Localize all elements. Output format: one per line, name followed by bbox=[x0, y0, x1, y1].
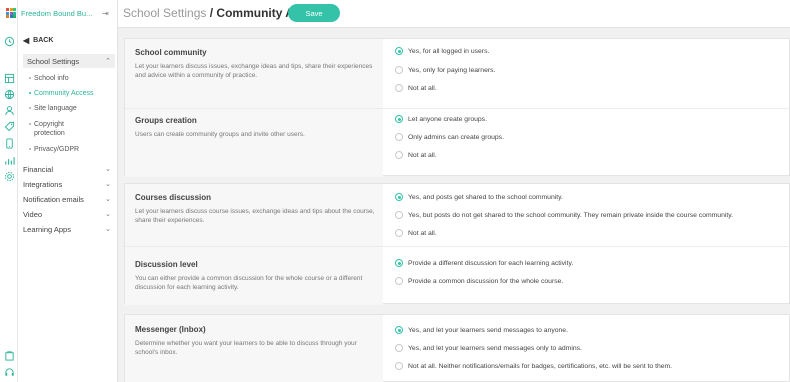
setting-title: Messenger (Inbox) bbox=[135, 325, 206, 334]
user-icon[interactable] bbox=[3, 104, 15, 116]
setting-description: You can either provide a common discussi… bbox=[135, 275, 363, 291]
setting-title: School community bbox=[135, 48, 207, 57]
tag-icon[interactable] bbox=[3, 120, 15, 132]
save-button[interactable]: Save bbox=[288, 4, 340, 22]
option-not-at-all[interactable]: Not at all. bbox=[395, 151, 437, 159]
sidebar-item-copyright-protection[interactable]: Copyright protection bbox=[29, 120, 65, 138]
setting-description: Users can create community groups and in… bbox=[135, 131, 305, 138]
settings-gear-icon[interactable] bbox=[3, 170, 15, 182]
option-yes-all-users[interactable]: Yes, for all logged in users. bbox=[395, 47, 489, 55]
exit-icon[interactable]: ⇥ bbox=[102, 9, 109, 18]
radio-selected[interactable] bbox=[395, 47, 403, 55]
radio[interactable] bbox=[395, 211, 403, 219]
radio[interactable] bbox=[395, 277, 403, 285]
back-arrow-icon: ◀ bbox=[23, 36, 30, 45]
course-discussion-card: Courses discussion Let your learners dis… bbox=[124, 183, 790, 305]
breadcrumb: School Settings / Community A... bbox=[123, 6, 304, 20]
setting-title: Discussion level bbox=[135, 260, 198, 269]
option-not-at-all[interactable]: Not at all. Neither notifications/emails… bbox=[395, 362, 672, 370]
breadcrumb-separator: / bbox=[206, 6, 217, 20]
chevron-up-icon: ⌃ bbox=[105, 58, 111, 65]
option-anyone-create-groups[interactable]: Let anyone create groups. bbox=[395, 115, 487, 123]
option-yes-private[interactable]: Yes, but posts do not get shared to the … bbox=[395, 211, 733, 219]
option-yes-shared[interactable]: Yes, and posts get shared to the school … bbox=[395, 193, 563, 201]
setting-groups-creation: Groups creation Users can create communi… bbox=[125, 109, 790, 177]
analytics-icon[interactable] bbox=[3, 154, 15, 166]
support-icon[interactable] bbox=[3, 366, 15, 378]
radio-selected[interactable] bbox=[395, 326, 403, 334]
option-not-at-all[interactable]: Not at all. bbox=[395, 84, 437, 92]
setting-description: Let your learners discuss course issues,… bbox=[135, 208, 375, 224]
setting-title: Courses discussion bbox=[135, 193, 212, 202]
option-yes-paying-learners[interactable]: Yes, only for paying learners. bbox=[395, 66, 495, 74]
brand-logo-icon bbox=[6, 8, 16, 18]
breadcrumb-parent[interactable]: School Settings bbox=[123, 6, 206, 20]
radio[interactable] bbox=[395, 133, 403, 141]
option-different-discussion[interactable]: Provide a different discussion for each … bbox=[395, 259, 573, 267]
radio[interactable] bbox=[395, 66, 403, 74]
radio[interactable] bbox=[395, 229, 403, 237]
radio-selected[interactable] bbox=[395, 193, 403, 201]
radio[interactable] bbox=[395, 84, 403, 92]
setting-description: Determine whether you want your learners… bbox=[135, 340, 357, 356]
option-message-admins[interactable]: Yes, and let your learners send messages… bbox=[395, 344, 582, 352]
sidebar-item-integrations[interactable]: Integrations ⌄ bbox=[23, 180, 115, 189]
sidebar-item-community-access[interactable]: Community Access bbox=[29, 89, 94, 98]
back-label: BACK bbox=[33, 37, 54, 44]
sidebar-item-video[interactable]: Video ⌄ bbox=[23, 210, 115, 219]
top-bar: School Settings / Community A... Save bbox=[118, 0, 790, 28]
setting-description: Let your learners discuss issues, exchan… bbox=[135, 63, 373, 79]
radio-selected[interactable] bbox=[395, 259, 403, 267]
section-label: School Settings bbox=[27, 56, 80, 66]
school-name: Freedom Bound Bu... bbox=[21, 8, 93, 18]
dashboard-icon[interactable] bbox=[3, 72, 15, 84]
chevron-down-icon: ⌄ bbox=[105, 226, 111, 233]
chevron-down-icon: ⌄ bbox=[105, 196, 111, 203]
radio-selected[interactable] bbox=[395, 115, 403, 123]
messenger-card: Messenger (Inbox) Determine whether you … bbox=[124, 314, 790, 382]
setting-discussion-level: Discussion level You can either provide … bbox=[125, 247, 790, 305]
setting-title: Groups creation bbox=[135, 116, 197, 125]
chevron-down-icon: ⌄ bbox=[105, 166, 111, 173]
history-icon[interactable] bbox=[3, 35, 15, 47]
sidebar-item-notification-emails[interactable]: Notification emails ⌄ bbox=[23, 195, 115, 204]
sidebar-item-learning-apps[interactable]: Learning Apps ⌄ bbox=[23, 225, 115, 234]
radio[interactable] bbox=[395, 362, 403, 370]
sidebar-item-site-language[interactable]: Site language bbox=[29, 104, 77, 113]
sidebar-item-financial[interactable]: Financial ⌄ bbox=[23, 165, 115, 174]
chevron-down-icon: ⌄ bbox=[105, 181, 111, 188]
chevron-down-icon: ⌄ bbox=[105, 211, 111, 218]
settings-sidebar: Freedom Bound Bu... ⇥ ◀ BACK School Sett… bbox=[6, 0, 118, 382]
sidebar-item-school-info[interactable]: School info bbox=[29, 74, 69, 83]
back-button[interactable]: ◀ BACK bbox=[23, 36, 53, 45]
icon-rail bbox=[0, 0, 18, 382]
option-common-discussion[interactable]: Provide a common discussion for the whol… bbox=[395, 277, 563, 285]
option-admins-create-groups[interactable]: Only admins can create groups. bbox=[395, 133, 504, 141]
radio[interactable] bbox=[395, 344, 403, 352]
setting-school-community: School community Let your learners discu… bbox=[125, 39, 790, 108]
brand[interactable]: Freedom Bound Bu... ⇥ bbox=[6, 6, 122, 20]
store-icon[interactable] bbox=[3, 349, 15, 361]
mobile-icon[interactable] bbox=[3, 137, 15, 149]
setting-courses-discussion: Courses discussion Let your learners dis… bbox=[125, 184, 790, 246]
sidebar-item-privacy-gdpr[interactable]: Privacy/GDPR bbox=[29, 145, 79, 154]
school-settings-section[interactable]: School Settings ⌃ bbox=[23, 54, 115, 68]
option-message-anyone[interactable]: Yes, and let your learners send messages… bbox=[395, 326, 568, 334]
globe-icon[interactable] bbox=[3, 88, 15, 100]
option-not-at-all[interactable]: Not at all. bbox=[395, 229, 437, 237]
community-settings-card: School community Let your learners discu… bbox=[124, 38, 790, 177]
setting-messenger-inbox: Messenger (Inbox) Determine whether you … bbox=[125, 315, 790, 382]
radio[interactable] bbox=[395, 151, 403, 159]
